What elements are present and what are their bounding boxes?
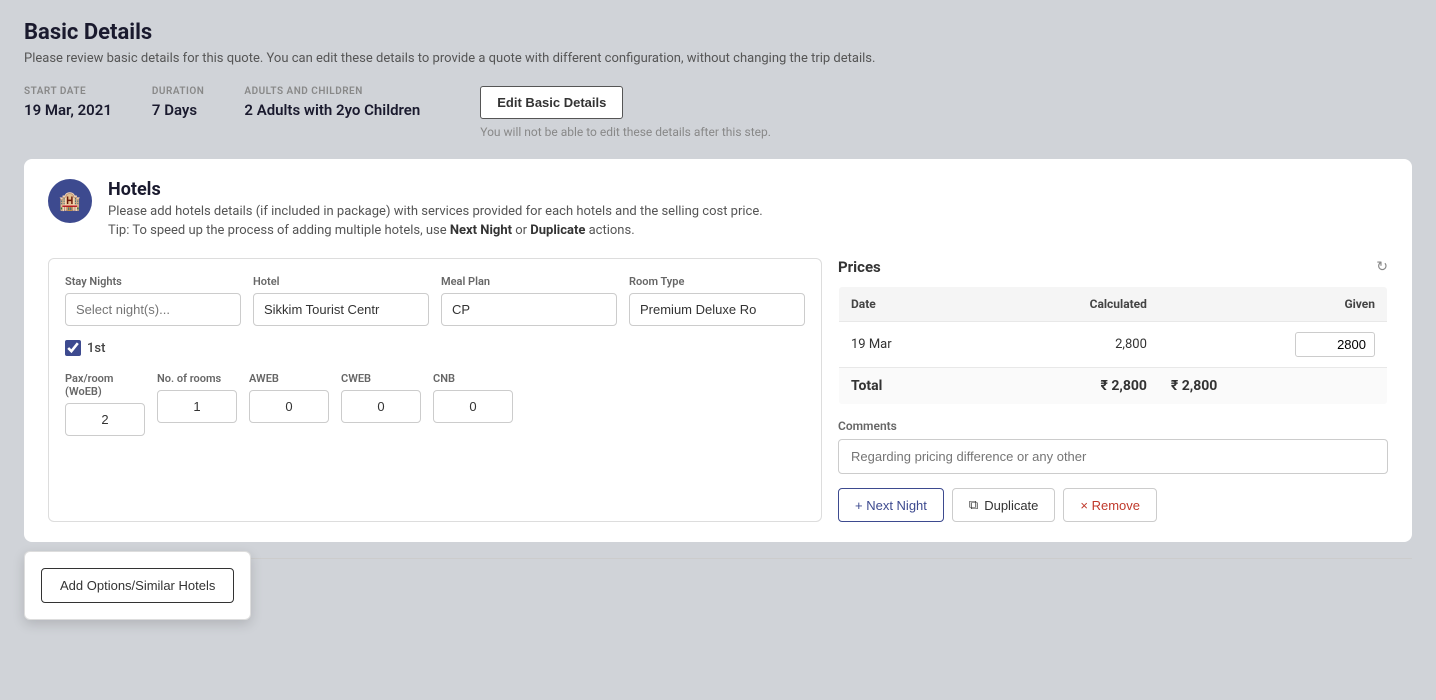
- comments-label: Comments: [838, 419, 1388, 433]
- comments-input[interactable]: [838, 439, 1388, 474]
- tip-middle: or: [512, 223, 530, 238]
- aweb-group: AWEB: [249, 372, 329, 436]
- price-row-1: 19 Mar 2,800: [839, 322, 1388, 368]
- hotels-header-text: Hotels Please add hotels details (if inc…: [108, 179, 763, 238]
- page-subtitle: Please review basic details for this quo…: [24, 51, 1412, 66]
- price-given-cell-1: [1159, 322, 1388, 368]
- tip-duplicate: Duplicate: [530, 223, 585, 238]
- edit-basic-details-button[interactable]: Edit Basic Details: [480, 86, 623, 119]
- basic-details-bar: START DATE 19 Mar, 2021 DURATION 7 Days …: [24, 86, 1412, 139]
- refresh-icon[interactable]: ↻: [1376, 259, 1388, 275]
- no-rooms-group: No. of rooms: [157, 372, 237, 436]
- hotel-form-area: Stay Nights Hotel Meal Plan Room Type: [48, 258, 1388, 522]
- hotels-card: 🏨 Hotels Please add hotels details (if i…: [24, 159, 1412, 542]
- hotels-tip: Tip: To speed up the process of adding m…: [108, 223, 763, 238]
- no-rooms-input[interactable]: [157, 390, 237, 423]
- pax-room-label: Pax/room (WoEB): [65, 372, 145, 398]
- pax-room-group: Pax/room (WoEB): [65, 372, 145, 436]
- adults-label: ADULTS AND CHILDREN: [244, 86, 420, 97]
- cnb-input[interactable]: [433, 390, 513, 423]
- total-given: ₹ 2,800: [1159, 368, 1388, 405]
- add-options-popup: Add Options/Similar Hotels: [24, 551, 251, 620]
- calculated-col-header: Calculated: [981, 287, 1159, 322]
- meal-plan-group: Meal Plan: [441, 275, 617, 326]
- next-night-button[interactable]: + Next Night: [838, 488, 944, 522]
- tip-suffix: actions.: [585, 223, 634, 238]
- page-title: Basic Details: [24, 20, 1412, 45]
- remove-button[interactable]: × Remove: [1063, 488, 1157, 522]
- page-container: Basic Details Please review basic detail…: [0, 0, 1436, 700]
- duplicate-button[interactable]: ⧉ Duplicate: [952, 488, 1056, 522]
- given-col-header: Given: [1159, 287, 1388, 322]
- tip-prefix: Tip: To speed up the process of adding m…: [108, 223, 450, 238]
- cnb-label: CNB: [433, 372, 513, 385]
- price-total-row: Total ₹ 2,800 ₹ 2,800: [839, 368, 1388, 405]
- pax-room-input[interactable]: [65, 403, 145, 436]
- duplicate-icon: ⧉: [969, 497, 978, 513]
- stay-nights-group: Stay Nights: [65, 275, 241, 326]
- hotels-header: 🏨 Hotels Please add hotels details (if i…: [48, 179, 1388, 238]
- add-options-similar-hotels-button[interactable]: Add Options/Similar Hotels: [41, 568, 234, 603]
- hotel-input[interactable]: [253, 293, 429, 326]
- cweb-label: CWEB: [341, 372, 421, 385]
- prices-table: Date Calculated Given 19 Mar 2,800: [838, 286, 1388, 405]
- duration-group: DURATION 7 Days: [152, 86, 205, 119]
- night-1-checkbox[interactable]: [65, 340, 81, 356]
- start-date-label: START DATE: [24, 86, 112, 97]
- duration-value: 7 Days: [152, 101, 205, 119]
- cweb-input[interactable]: [341, 390, 421, 423]
- duration-label: DURATION: [152, 86, 205, 97]
- hotel-group: Hotel: [253, 275, 429, 326]
- stay-nights-input[interactable]: [65, 293, 241, 326]
- edit-section: Edit Basic Details You will not be able …: [480, 86, 771, 139]
- form-row-1: Stay Nights Hotel Meal Plan Room Type: [65, 275, 805, 326]
- form-row-2: Pax/room (WoEB) No. of rooms AWEB CWEB: [65, 372, 805, 436]
- start-date-value: 19 Mar, 2021: [24, 101, 112, 119]
- meal-plan-label: Meal Plan: [441, 275, 617, 288]
- room-type-label: Room Type: [629, 275, 805, 288]
- cweb-group: CWEB: [341, 372, 421, 436]
- hotels-description: Please add hotels details (if included i…: [108, 204, 763, 219]
- aweb-input[interactable]: [249, 390, 329, 423]
- price-given-input-1[interactable]: [1295, 332, 1375, 357]
- hotels-title: Hotels: [108, 179, 763, 200]
- prices-table-header: Date Calculated Given: [839, 287, 1388, 322]
- room-type-group: Room Type: [629, 275, 805, 326]
- adults-group: ADULTS AND CHILDREN 2 Adults with 2yo Ch…: [244, 86, 420, 119]
- start-date-group: START DATE 19 Mar, 2021: [24, 86, 112, 119]
- prices-header: Prices ↻: [838, 258, 1388, 276]
- action-buttons: + Next Night ⧉ Duplicate × Remove: [838, 488, 1388, 522]
- prices-title: Prices: [838, 258, 881, 276]
- hotel-icon: 🏨: [48, 179, 92, 223]
- date-col-header: Date: [839, 287, 982, 322]
- edit-note: You will not be able to edit these detai…: [480, 125, 771, 139]
- hotel-form-left: Stay Nights Hotel Meal Plan Room Type: [48, 258, 822, 522]
- price-calculated-1: 2,800: [981, 322, 1159, 368]
- aweb-label: AWEB: [249, 372, 329, 385]
- total-calculated: ₹ 2,800: [981, 368, 1159, 405]
- checkbox-row: 1st: [65, 340, 805, 356]
- prices-panel: Prices ↻ Date Calculated Given 19 Mar: [838, 258, 1388, 522]
- price-date-1: 19 Mar: [839, 322, 982, 368]
- no-rooms-label: No. of rooms: [157, 372, 237, 385]
- room-type-input[interactable]: [629, 293, 805, 326]
- total-label: Total: [839, 368, 982, 405]
- duplicate-label: Duplicate: [984, 498, 1038, 513]
- night-1-label: 1st: [87, 341, 105, 356]
- cnb-group: CNB: [433, 372, 513, 436]
- stay-nights-label: Stay Nights: [65, 275, 241, 288]
- meal-plan-input[interactable]: [441, 293, 617, 326]
- adults-value: 2 Adults with 2yo Children: [244, 101, 420, 119]
- hotel-label: Hotel: [253, 275, 429, 288]
- tip-next: Next Night: [450, 223, 512, 238]
